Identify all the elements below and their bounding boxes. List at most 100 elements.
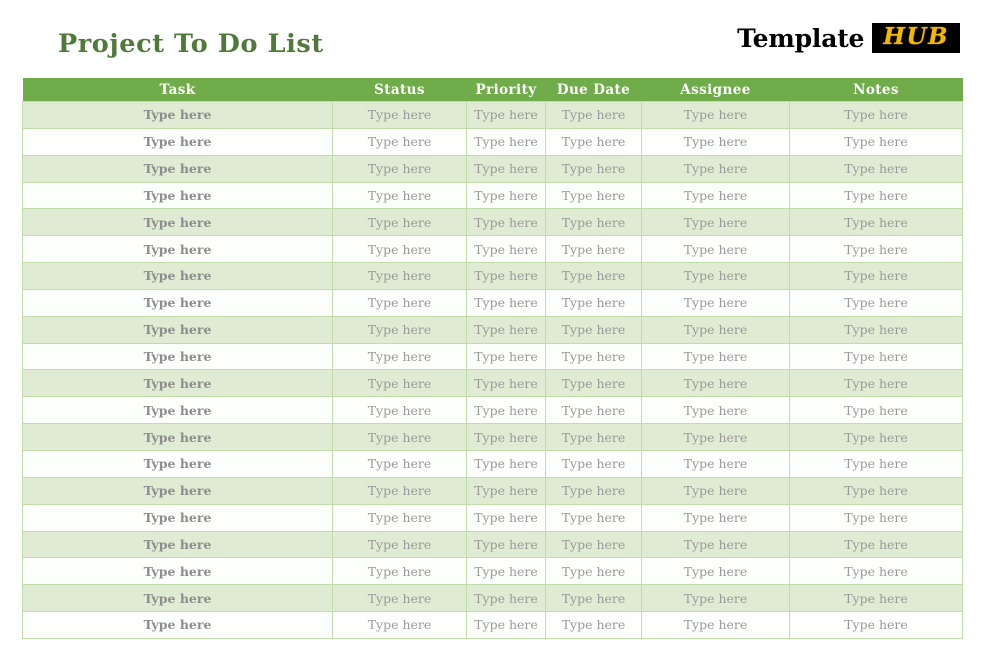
cell-duedate[interactable]: Type here — [545, 235, 642, 264]
cell-priority[interactable]: Type here — [466, 369, 546, 398]
cell-notes[interactable]: Type here — [789, 423, 963, 451]
cell-assignee[interactable]: Type here — [641, 235, 790, 264]
cell-task[interactable]: Type here — [22, 127, 333, 156]
cell-notes[interactable]: Type here — [789, 288, 963, 317]
cell-priority[interactable]: Type here — [466, 396, 546, 425]
cell-priority[interactable]: Type here — [466, 557, 546, 586]
cell-task[interactable]: Type here — [22, 611, 333, 639]
cell-notes[interactable]: Type here — [789, 369, 963, 398]
cell-assignee[interactable]: Type here — [641, 557, 790, 586]
cell-notes[interactable]: Type here — [789, 449, 963, 478]
cell-priority[interactable]: Type here — [466, 449, 546, 478]
cell-status[interactable]: Type here — [332, 101, 467, 129]
cell-task[interactable]: Type here — [22, 503, 333, 532]
cell-notes[interactable]: Type here — [789, 208, 963, 237]
cell-priority[interactable]: Type here — [466, 476, 546, 505]
cell-priority[interactable]: Type here — [466, 235, 546, 264]
column-header-status[interactable]: Status — [332, 78, 467, 102]
cell-notes[interactable]: Type here — [789, 611, 963, 639]
cell-duedate[interactable]: Type here — [545, 396, 642, 425]
cell-priority[interactable]: Type here — [466, 584, 546, 613]
cell-priority[interactable]: Type here — [466, 154, 546, 183]
cell-assignee[interactable]: Type here — [641, 181, 790, 210]
cell-assignee[interactable]: Type here — [641, 154, 790, 183]
cell-task[interactable]: Type here — [22, 449, 333, 478]
cell-notes[interactable]: Type here — [789, 476, 963, 505]
cell-assignee[interactable]: Type here — [641, 262, 790, 290]
cell-notes[interactable]: Type here — [789, 584, 963, 613]
cell-notes[interactable]: Type here — [789, 127, 963, 156]
cell-task[interactable]: Type here — [22, 584, 333, 613]
column-header-priority[interactable]: Priority — [466, 78, 546, 102]
cell-status[interactable]: Type here — [332, 208, 467, 237]
cell-notes[interactable]: Type here — [789, 181, 963, 210]
cell-notes[interactable]: Type here — [789, 262, 963, 290]
cell-duedate[interactable]: Type here — [545, 288, 642, 317]
cell-assignee[interactable]: Type here — [641, 476, 790, 505]
cell-duedate[interactable]: Type here — [545, 262, 642, 290]
cell-status[interactable]: Type here — [332, 423, 467, 451]
cell-status[interactable]: Type here — [332, 154, 467, 183]
cell-duedate[interactable]: Type here — [545, 127, 642, 156]
cell-duedate[interactable]: Type here — [545, 101, 642, 129]
cell-duedate[interactable]: Type here — [545, 503, 642, 532]
cell-duedate[interactable]: Type here — [545, 611, 642, 639]
cell-duedate[interactable]: Type here — [545, 476, 642, 505]
cell-assignee[interactable]: Type here — [641, 584, 790, 613]
cell-status[interactable]: Type here — [332, 396, 467, 425]
cell-task[interactable]: Type here — [22, 369, 333, 398]
cell-duedate[interactable]: Type here — [545, 423, 642, 451]
cell-duedate[interactable]: Type here — [545, 342, 642, 371]
cell-task[interactable]: Type here — [22, 101, 333, 129]
cell-status[interactable]: Type here — [332, 288, 467, 317]
cell-duedate[interactable]: Type here — [545, 181, 642, 210]
cell-duedate[interactable]: Type here — [545, 369, 642, 398]
cell-notes[interactable]: Type here — [789, 154, 963, 183]
cell-task[interactable]: Type here — [22, 154, 333, 183]
cell-notes[interactable]: Type here — [789, 396, 963, 425]
cell-notes[interactable]: Type here — [789, 101, 963, 129]
cell-status[interactable]: Type here — [332, 369, 467, 398]
cell-priority[interactable]: Type here — [466, 262, 546, 290]
cell-assignee[interactable]: Type here — [641, 530, 790, 559]
column-header-duedate[interactable]: Due Date — [545, 78, 642, 102]
cell-status[interactable]: Type here — [332, 181, 467, 210]
cell-task[interactable]: Type here — [22, 396, 333, 425]
cell-notes[interactable]: Type here — [789, 530, 963, 559]
cell-priority[interactable]: Type here — [466, 315, 546, 344]
cell-status[interactable]: Type here — [332, 449, 467, 478]
cell-priority[interactable]: Type here — [466, 101, 546, 129]
cell-task[interactable]: Type here — [22, 423, 333, 451]
cell-notes[interactable]: Type here — [789, 235, 963, 264]
cell-task[interactable]: Type here — [22, 181, 333, 210]
cell-priority[interactable]: Type here — [466, 127, 546, 156]
cell-assignee[interactable]: Type here — [641, 288, 790, 317]
cell-duedate[interactable]: Type here — [545, 315, 642, 344]
cell-assignee[interactable]: Type here — [641, 208, 790, 237]
cell-assignee[interactable]: Type here — [641, 611, 790, 639]
cell-assignee[interactable]: Type here — [641, 423, 790, 451]
cell-assignee[interactable]: Type here — [641, 127, 790, 156]
cell-priority[interactable]: Type here — [466, 208, 546, 237]
cell-duedate[interactable]: Type here — [545, 557, 642, 586]
cell-priority[interactable]: Type here — [466, 530, 546, 559]
cell-notes[interactable]: Type here — [789, 557, 963, 586]
cell-duedate[interactable]: Type here — [545, 208, 642, 237]
column-header-notes[interactable]: Notes — [789, 78, 963, 102]
cell-assignee[interactable]: Type here — [641, 342, 790, 371]
cell-notes[interactable]: Type here — [789, 342, 963, 371]
cell-priority[interactable]: Type here — [466, 342, 546, 371]
cell-status[interactable]: Type here — [332, 476, 467, 505]
cell-task[interactable]: Type here — [22, 315, 333, 344]
cell-status[interactable]: Type here — [332, 557, 467, 586]
cell-status[interactable]: Type here — [332, 584, 467, 613]
cell-notes[interactable]: Type here — [789, 315, 963, 344]
cell-status[interactable]: Type here — [332, 342, 467, 371]
cell-notes[interactable]: Type here — [789, 503, 963, 532]
cell-priority[interactable]: Type here — [466, 181, 546, 210]
cell-assignee[interactable]: Type here — [641, 315, 790, 344]
cell-status[interactable]: Type here — [332, 262, 467, 290]
cell-assignee[interactable]: Type here — [641, 503, 790, 532]
cell-task[interactable]: Type here — [22, 235, 333, 264]
cell-duedate[interactable]: Type here — [545, 449, 642, 478]
